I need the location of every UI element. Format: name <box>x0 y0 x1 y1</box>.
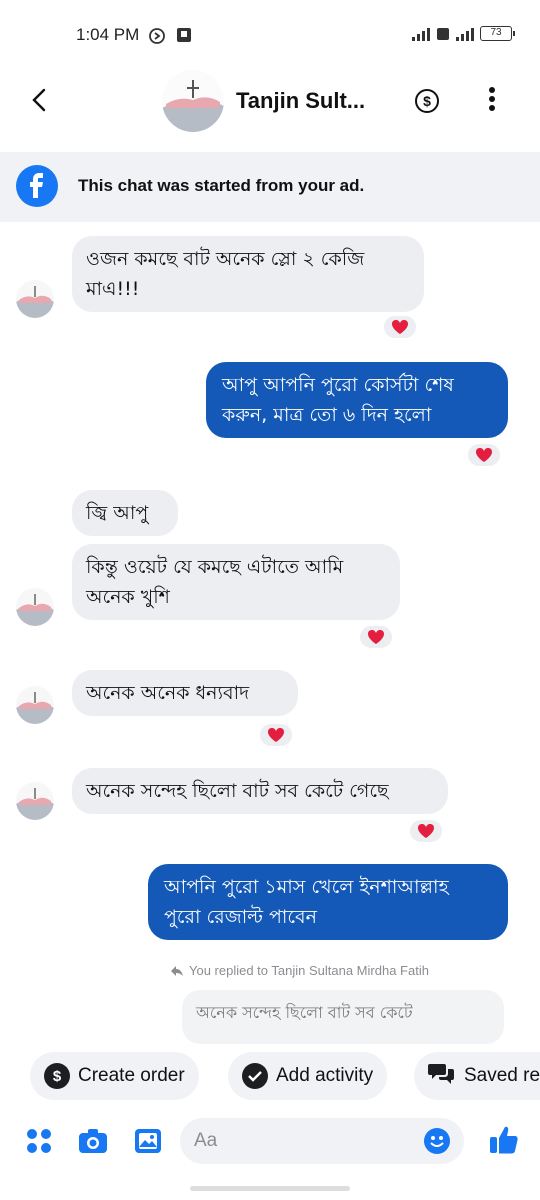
facebook-icon <box>16 165 58 207</box>
home-indicator <box>190 1186 350 1191</box>
message-text: মাএ!!! <box>86 278 140 300</box>
svg-text:$: $ <box>423 93 431 109</box>
sender-avatar[interactable] <box>16 686 54 724</box>
status-bar: 1:04 PM 73 <box>0 0 540 62</box>
heart-reaction-icon[interactable] <box>466 442 502 468</box>
message-text: অনেক অনেক ধন্যবাদ <box>86 682 250 704</box>
add-activity-label: Add activity <box>276 1065 374 1086</box>
message-bubble-outgoing[interactable]: আপনি পুরো ১মাস খেলে ইনশাআল্লাহ পুরো রেজা… <box>148 864 508 940</box>
gallery-icon[interactable] <box>134 1128 162 1159</box>
emoji-icon[interactable] <box>424 1128 450 1154</box>
message-input-container <box>180 1118 464 1164</box>
dollar-icon[interactable]: $ <box>414 88 440 119</box>
thumbs-up-icon[interactable] <box>488 1124 520 1161</box>
status-time: 1:04 PM <box>76 25 140 44</box>
reply-arrow-icon <box>171 965 183 976</box>
signal-2-icon <box>456 27 474 41</box>
create-order-label: Create order <box>78 1065 185 1086</box>
add-activity-button[interactable]: Add activity <box>228 1052 388 1100</box>
message-bubble-incoming[interactable]: ওজন কমছে বাট অনেক স্লো ২ কেজি মাএ!!! <box>72 236 424 312</box>
volte-icon <box>437 28 449 40</box>
saved-replies-button[interactable]: Saved re <box>414 1052 540 1100</box>
message-bubble-incoming[interactable]: অনেক অনেক ধন্যবাদ <box>72 670 298 716</box>
create-order-button[interactable]: $ Create order <box>30 1052 199 1100</box>
message-bubble-outgoing[interactable]: আপু আপনি পুরো কোর্সটা শেষ করুন, মাত্র তো… <box>206 362 508 438</box>
ad-banner-text: This chat was started from your ad. <box>78 176 365 195</box>
sender-avatar[interactable] <box>16 782 54 820</box>
message-text: পুরো রেজাল্ট পাবেন <box>164 906 317 928</box>
heart-reaction-icon[interactable] <box>358 624 394 650</box>
message-bubble-incoming[interactable]: অনেক সন্দেহ ছিলো বাট সব কেটে গেছে <box>72 768 448 814</box>
message-text: কিন্তু ওয়েট যে কমছে এটাতে আমি <box>86 556 344 578</box>
message-bubble-incoming[interactable]: কিন্তু ওয়েট যে কমছে এটাতে আমি অনেক খুশি <box>72 544 400 620</box>
heart-reaction-icon[interactable] <box>258 722 294 748</box>
battery-icon: 73 <box>480 26 515 41</box>
message-text: ওজন কমছে বাট অনেক স্লো ২ কেজি <box>86 248 365 270</box>
message-composer <box>0 1110 540 1174</box>
message-input[interactable] <box>180 1118 400 1164</box>
heart-reaction-icon[interactable] <box>408 818 444 844</box>
reply-context-label: You replied to Tanjin Sultana Mirdha Fat… <box>170 963 429 978</box>
sender-avatar[interactable] <box>16 280 54 318</box>
saved-replies-label: Saved re <box>464 1065 540 1086</box>
heart-reaction-icon[interactable] <box>382 314 418 340</box>
signal-1-icon <box>412 27 430 41</box>
chat-bubbles-icon <box>428 1061 456 1091</box>
quoted-message[interactable]: অনেক সন্দেহ ছিলো বাট সব কেটে <box>182 990 504 1044</box>
apps-grid-icon[interactable] <box>26 1128 52 1159</box>
quoted-text: অনেক সন্দেহ ছিলো বাট সব কেটে <box>196 1003 413 1022</box>
sender-avatar[interactable] <box>16 588 54 626</box>
quick-actions-bar: $ Create order Add activity Saved re <box>0 1052 540 1102</box>
message-text: আপনি পুরো ১মাস খেলে ইনশাআল্লাহ <box>164 876 449 898</box>
camera-icon[interactable] <box>78 1128 108 1159</box>
notification-icon <box>176 27 192 48</box>
check-circle-icon <box>242 1063 268 1089</box>
more-options-icon[interactable] <box>488 86 496 117</box>
message-bubble-incoming[interactable]: জ্বি আপু <box>72 490 178 536</box>
chat-header: Tanjin Sult... $ <box>0 62 540 146</box>
message-text: আপু আপনি পুরো কোর্সটা শেষ <box>222 374 454 396</box>
reply-context-text: You replied to Tanjin Sultana Mirdha Fat… <box>189 963 429 978</box>
ad-origin-banner: This chat was started from your ad. <box>0 152 540 222</box>
back-arrow-icon[interactable] <box>28 86 50 119</box>
contact-avatar[interactable] <box>162 70 224 132</box>
dollar-icon: $ <box>44 1063 70 1089</box>
sync-icon <box>148 27 166 50</box>
message-text: অনেক খুশি <box>86 586 170 608</box>
message-text: জ্বি আপু <box>86 502 149 524</box>
status-indicators: 73 <box>412 26 515 41</box>
contact-name[interactable]: Tanjin Sult... <box>236 88 365 114</box>
message-text: অনেক সন্দেহ ছিলো বাট সব কেটে গেছে <box>86 780 389 802</box>
message-text: করুন, মাত্র তো ৬ দিন হলো <box>222 404 432 426</box>
